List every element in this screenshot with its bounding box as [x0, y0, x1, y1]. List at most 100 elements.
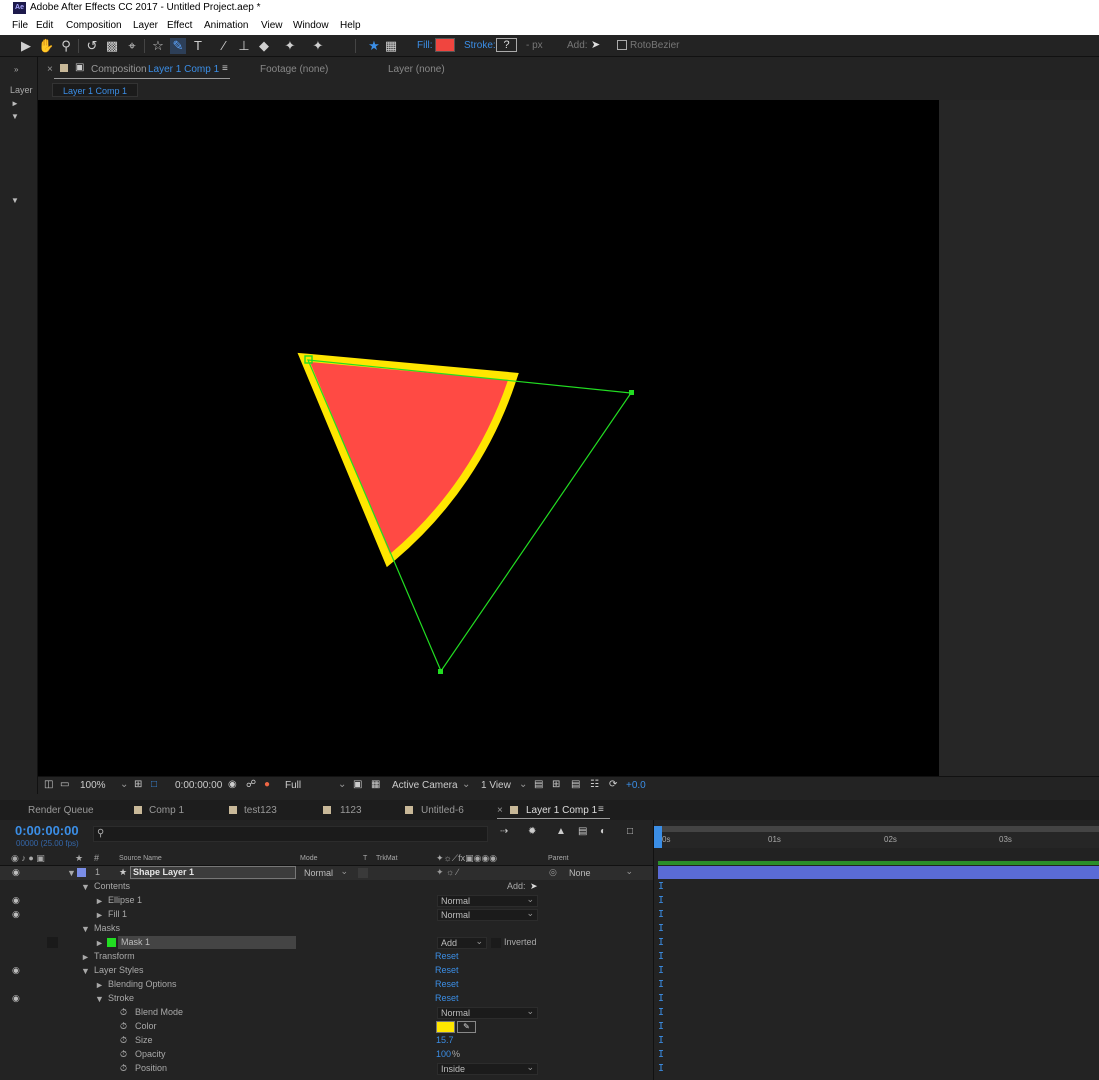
- layer-search-input[interactable]: [93, 826, 488, 842]
- mask-vertex-handle[interactable]: [629, 390, 634, 395]
- stroke-color-swatch[interactable]: [436, 1021, 455, 1033]
- layer-name-field[interactable]: Shape Layer 1: [130, 866, 296, 879]
- chevron-right-icon[interactable]: ►: [95, 910, 104, 920]
- render-queue-tab[interactable]: Render Queue: [28, 805, 94, 816]
- menu-effect[interactable]: Effect: [167, 20, 192, 31]
- stopwatch-icon[interactable]: ⏱: [120, 1049, 127, 1060]
- preserve-transparency-toggle[interactable]: [358, 868, 368, 878]
- blending-reset-link[interactable]: Reset: [435, 979, 459, 989]
- chevron-down-icon[interactable]: ⌄: [519, 779, 527, 790]
- clone-stamp-tool-icon[interactable]: ⊥: [236, 38, 252, 54]
- resolution-value[interactable]: Full: [285, 780, 301, 791]
- mask-mode-dropdown[interactable]: Add: [437, 936, 487, 949]
- close-tab-icon[interactable]: ×: [497, 805, 503, 816]
- eye-visibility-icon[interactable]: ◉: [12, 993, 20, 1004]
- rotate-tool-icon[interactable]: ↺: [84, 38, 100, 54]
- property-row-fill[interactable]: ◉ ► Fill 1 Normal: [0, 908, 653, 922]
- layer-tab[interactable]: Layer (none): [388, 64, 445, 75]
- transform-reset-link[interactable]: Reset: [435, 951, 459, 961]
- eraser-tool-icon[interactable]: ◆: [256, 38, 272, 54]
- mask-lock-toggle[interactable]: [47, 937, 58, 948]
- graph-editor-icon[interactable]: □: [627, 826, 633, 837]
- opacity-value[interactable]: 100: [436, 1049, 451, 1059]
- puppet-pin-tool-icon[interactable]: ✦: [310, 38, 326, 54]
- timeline-tab-test123[interactable]: test123: [244, 805, 277, 816]
- ellipse-mode-dropdown[interactable]: Normal: [437, 894, 538, 907]
- chevron-down-icon[interactable]: ▼: [81, 882, 90, 892]
- comp-subtab[interactable]: Layer 1 Comp 1: [52, 83, 139, 97]
- frame-blending-icon[interactable]: ▤: [578, 826, 587, 837]
- inverted-checkbox[interactable]: [491, 938, 501, 948]
- eye-visibility-icon[interactable]: ◉: [12, 909, 20, 920]
- layer-mode-dropdown[interactable]: Normal: [300, 866, 352, 879]
- chevron-down-icon[interactable]: ▼: [11, 196, 19, 205]
- fast-previews-icon[interactable]: ▣: [353, 779, 362, 790]
- always-preview-icon[interactable]: ◫: [44, 779, 53, 790]
- timeline-tab-layer1comp1[interactable]: Layer 1 Comp 1: [526, 805, 597, 816]
- chevron-right-icon[interactable]: ►: [11, 99, 19, 108]
- eye-visibility-icon[interactable]: ◉: [12, 867, 20, 878]
- camera-view-value[interactable]: Active Camera: [392, 780, 458, 791]
- fill-mode-dropdown[interactable]: Normal: [437, 908, 538, 921]
- layer-row[interactable]: ◉ ▼ 1 ★ Shape Layer 1 Normal ✦ ☼ ∕ ◎ Non…: [0, 866, 653, 880]
- grid-guides-icon[interactable]: ⊞: [134, 779, 142, 790]
- current-time-value[interactable]: 0:00:00:00: [175, 780, 222, 791]
- chevron-down-icon[interactable]: ▼: [95, 994, 104, 1004]
- layer-color-label-icon[interactable]: [77, 868, 86, 877]
- eyedropper-icon[interactable]: ✎: [457, 1021, 476, 1033]
- stroke-color-swatch[interactable]: ?: [496, 38, 517, 52]
- property-row-stroke[interactable]: ◉ ▼ Stroke Reset: [0, 992, 653, 1006]
- camera-tool-icon[interactable]: ▩: [104, 38, 120, 54]
- comp-tab-name[interactable]: Layer 1 Comp 1: [148, 64, 219, 75]
- stopwatch-icon[interactable]: ⏱: [120, 1007, 127, 1018]
- star-shape-icon[interactable]: ★: [366, 38, 382, 54]
- timeline-tab-untitled6[interactable]: Untitled-6: [421, 805, 464, 816]
- menu-view[interactable]: View: [261, 20, 283, 31]
- timeline-icon[interactable]: ▤: [571, 779, 580, 790]
- eye-visibility-icon[interactable]: ◉: [12, 965, 20, 976]
- transparency-grid-icon[interactable]: ▦: [371, 779, 380, 790]
- chevron-right-icon[interactable]: ►: [95, 896, 104, 906]
- current-time-indicator[interactable]: [654, 826, 662, 848]
- tool-creates-mask-icon[interactable]: ▦: [383, 38, 399, 54]
- chevron-down-icon[interactable]: ⌄: [338, 779, 346, 790]
- pen-tool-icon[interactable]: ✎: [170, 38, 186, 54]
- fill-color-swatch[interactable]: [435, 38, 455, 52]
- property-row-masks[interactable]: ▼ Masks: [0, 922, 653, 936]
- menu-composition[interactable]: Composition: [66, 20, 122, 31]
- property-row-ellipse[interactable]: ◉ ► Ellipse 1 Normal: [0, 894, 653, 908]
- stopwatch-icon[interactable]: ⏱: [120, 1021, 127, 1032]
- toggle-pixel-aspect-icon[interactable]: ▤: [534, 779, 543, 790]
- panel-menu-icon[interactable]: ≡: [598, 804, 604, 815]
- size-value[interactable]: 15.7: [436, 1035, 454, 1045]
- roto-brush-tool-icon[interactable]: ✦: [282, 38, 298, 54]
- chevron-down-icon[interactable]: ⌄: [462, 779, 470, 790]
- zoom-value[interactable]: 100%: [80, 780, 106, 791]
- mask-vertex-handle[interactable]: [438, 669, 443, 674]
- blend-mode-dropdown[interactable]: Normal: [437, 1006, 538, 1019]
- pan-behind-tool-icon[interactable]: ⌖: [124, 38, 140, 54]
- property-row-size[interactable]: ⏱ Size 15.7: [0, 1034, 653, 1048]
- timeline-tab-1123[interactable]: 1123: [340, 805, 362, 816]
- draft-3d-icon[interactable]: ✹: [528, 826, 536, 837]
- layer-switches-icons[interactable]: ✦ ☼ ∕: [436, 867, 458, 878]
- property-row-contents[interactable]: ▼ Contents Add: ➤: [0, 880, 653, 894]
- add-arrow-icon[interactable]: ➤: [530, 881, 538, 892]
- chevron-right-icon[interactable]: ►: [81, 952, 90, 962]
- show-snapshot-icon[interactable]: ☍: [246, 779, 256, 790]
- chevron-down-icon[interactable]: ▼: [11, 112, 19, 121]
- timeline-timecode[interactable]: 0:00:00:00: [15, 823, 79, 838]
- fill-label[interactable]: Fill:: [417, 40, 433, 51]
- chevron-down-icon[interactable]: ⌄: [120, 779, 128, 790]
- property-row-blending[interactable]: ► Blending Options Reset: [0, 978, 653, 992]
- monitor-icon[interactable]: ▭: [60, 779, 69, 790]
- selection-tool-icon[interactable]: ▶: [18, 38, 34, 54]
- fast-draft-icon[interactable]: ⊞: [552, 779, 560, 790]
- close-tab-icon[interactable]: ×: [47, 64, 53, 75]
- column-source-name[interactable]: Source Name: [119, 855, 162, 862]
- composition-mini-flowchart-icon[interactable]: ⇢: [500, 826, 508, 837]
- zoom-tool-icon[interactable]: ⚲: [58, 38, 74, 54]
- mask-name-field[interactable]: Mask 1: [118, 936, 296, 949]
- mask-color-icon[interactable]: [107, 938, 116, 947]
- stroke-width-value[interactable]: - px: [526, 40, 543, 51]
